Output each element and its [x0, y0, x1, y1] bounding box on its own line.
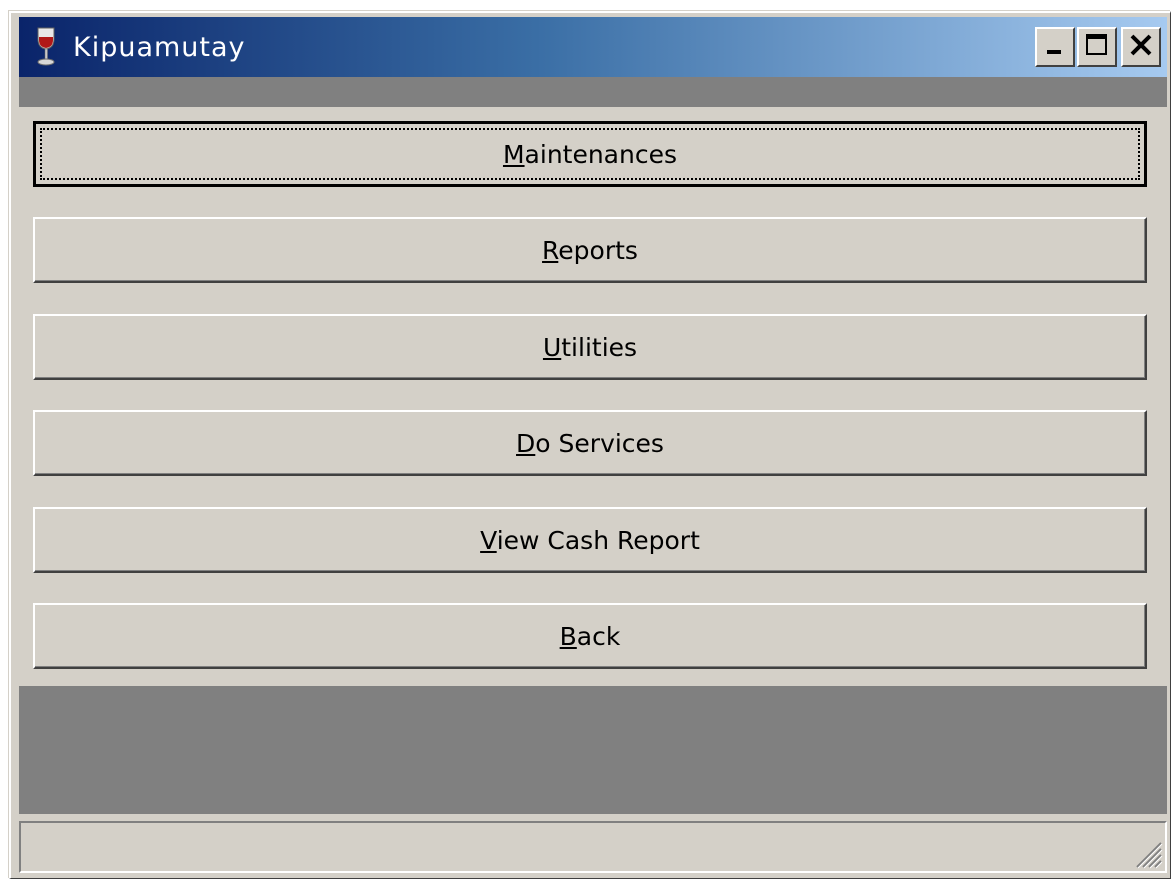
main-window: Kipuamutay Maintenances Reports Utilitie… [9, 11, 1171, 879]
label-text: eports [558, 235, 638, 265]
reports-button[interactable]: Reports [33, 217, 1147, 283]
wine-glass-icon[interactable] [31, 25, 61, 69]
mnemonic-letter: D [516, 428, 536, 458]
mnemonic-letter: R [542, 235, 559, 265]
resize-grip-icon[interactable] [1129, 835, 1163, 869]
close-icon [1129, 33, 1153, 61]
empty-panel [19, 686, 1167, 814]
do-services-button[interactable]: Do Services [33, 410, 1147, 476]
minimize-icon [1044, 34, 1066, 60]
maximize-button[interactable] [1077, 27, 1117, 67]
maintenances-button[interactable]: Maintenances [33, 121, 1147, 187]
button-label: Maintenances [503, 140, 677, 169]
mnemonic-letter: V [480, 525, 497, 555]
label-text: iew Cash Report [496, 525, 700, 555]
button-label: Utilities [543, 333, 637, 362]
label-text: tilities [561, 332, 638, 362]
status-bar [19, 821, 1167, 873]
button-label: Back [560, 622, 621, 651]
close-button[interactable] [1121, 27, 1161, 67]
window-controls [1033, 27, 1161, 67]
mnemonic-letter: M [502, 139, 525, 169]
mnemonic-letter: B [559, 621, 577, 651]
label-text: ack [576, 621, 621, 651]
mnemonic-letter: U [542, 332, 562, 362]
label-text: aintenances [524, 139, 678, 169]
button-label: Do Services [516, 429, 664, 458]
title-bar[interactable]: Kipuamutay [19, 17, 1167, 77]
back-button[interactable]: Back [33, 603, 1147, 669]
utilities-button[interactable]: Utilities [33, 314, 1147, 380]
window-title: Kipuamutay [73, 31, 246, 63]
maximize-icon [1085, 33, 1109, 61]
view-cash-report-button[interactable]: View Cash Report [33, 507, 1147, 573]
label-text: o Services [535, 428, 664, 458]
button-label: Reports [542, 236, 638, 265]
menu-strip [19, 77, 1167, 107]
minimize-button[interactable] [1035, 27, 1075, 67]
button-label: View Cash Report [480, 526, 700, 555]
